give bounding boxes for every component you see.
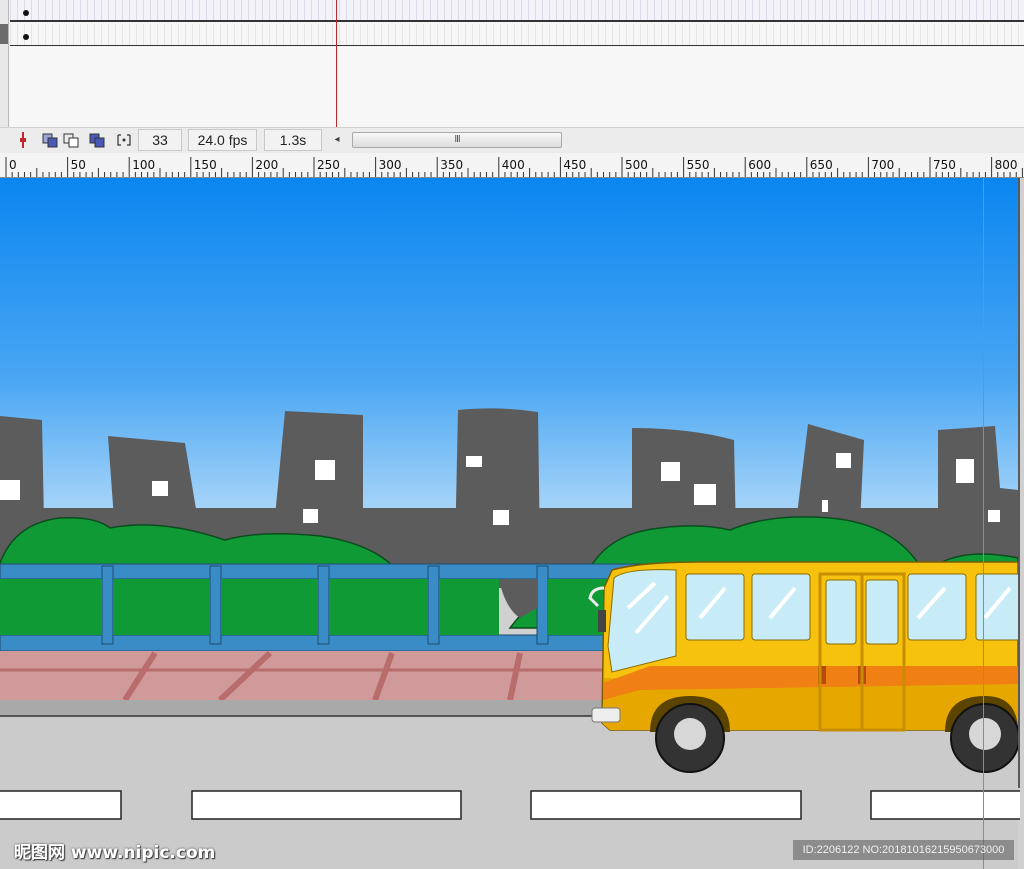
timeline-layer-row[interactable] [10, 24, 1024, 46]
bus-windshield [607, 569, 677, 673]
building [796, 424, 864, 523]
playhead[interactable] [336, 0, 337, 128]
ruler-label: 700 [871, 158, 894, 172]
building [455, 408, 540, 553]
ruler-label: 50 [71, 158, 86, 172]
center-frame-icon[interactable] [13, 130, 33, 150]
ruler-label: 550 [687, 158, 710, 172]
current-frame-field[interactable]: 33 [138, 129, 182, 151]
timeline-empty-area [10, 47, 1024, 127]
modify-onion-markers-icon[interactable] [114, 130, 134, 150]
frame-rate-field[interactable]: 24.0 fps [188, 129, 257, 151]
stage[interactable] [0, 178, 1024, 869]
ruler-label: 600 [748, 158, 771, 172]
onion-skin-icon[interactable] [40, 130, 60, 150]
keyframe-icon[interactable] [23, 34, 29, 40]
selected-layer-marker [0, 24, 8, 44]
timeline-layer-row[interactable] [10, 0, 1024, 22]
ruler-label: 300 [379, 158, 402, 172]
guide-line[interactable] [983, 178, 984, 869]
ruler-label: 350 [440, 158, 463, 172]
ruler-label: 400 [502, 158, 525, 172]
ruler-label: 500 [625, 158, 648, 172]
horizontal-ruler: 0 50 100 150 200 250 300 350 400 450 500 550 600 650 7… [0, 153, 1024, 178]
scroll-left-arrow-icon[interactable]: ◂ [329, 132, 345, 148]
ruler-label: 250 [317, 158, 340, 172]
elapsed-time-field[interactable]: 1.3s [264, 129, 322, 151]
scrollbar-thumb[interactable]: III [352, 132, 562, 148]
keyframe-icon[interactable] [23, 10, 29, 16]
building [632, 428, 736, 538]
building [0, 416, 44, 523]
watermark-id: ID:2206122 NO:20181016215950673000 [793, 840, 1014, 860]
ruler-label: 450 [563, 158, 586, 172]
stage-boundary [1018, 178, 1020, 788]
ruler-label: 650 [810, 158, 833, 172]
ruler-label: 0 [9, 158, 17, 172]
ruler-label: 150 [194, 158, 217, 172]
timeline-status-bar: 33 24.0 fps 1.3s ◂ III [0, 127, 1024, 153]
timeline-panel: 33 24.0 fps 1.3s ◂ III [0, 0, 1024, 153]
ruler-label: 200 [255, 158, 278, 172]
ruler-label: 750 [933, 158, 956, 172]
onion-skin-outlines-icon[interactable] [61, 130, 81, 150]
ruler-label: 800 [995, 158, 1018, 172]
edit-multiple-frames-icon[interactable] [87, 130, 107, 150]
watermark-logo: 昵图网 www.nipic.com [14, 843, 216, 863]
ruler-label: 100 [132, 158, 155, 172]
